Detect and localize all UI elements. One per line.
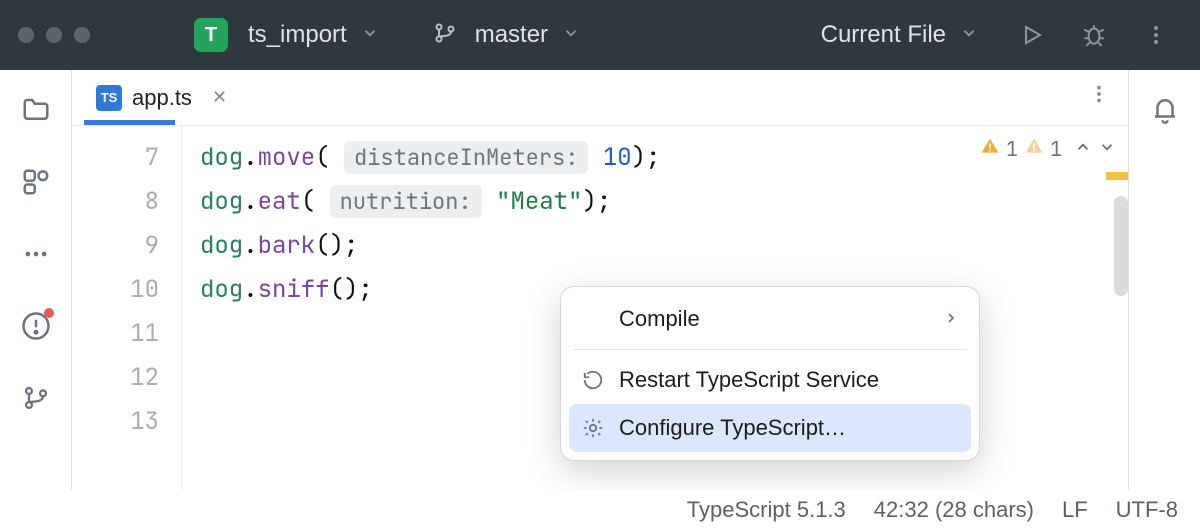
code-line[interactable]: dog.eat( nutrition: "Meat"); (200, 180, 660, 224)
inlay-hint: distanceInMeters: (344, 141, 588, 174)
menu-label: Compile (619, 306, 700, 332)
problems-tool-icon[interactable] (20, 310, 52, 342)
code-line[interactable]: dog.bark(); (200, 224, 660, 268)
chevron-right-icon (943, 306, 959, 332)
status-line-separator[interactable]: LF (1062, 497, 1088, 523)
minimize-window-button[interactable] (46, 27, 62, 43)
next-highlight-icon[interactable] (1098, 136, 1116, 162)
status-ts-version[interactable]: TypeScript 5.1.3 (687, 497, 846, 523)
error-stripe-marker[interactable] (1106, 172, 1128, 180)
branch-name[interactable]: master (475, 21, 548, 49)
project-name[interactable]: ts_import (248, 21, 347, 49)
line-number: 13 (72, 400, 181, 444)
menu-item-compile[interactable]: Compile (561, 295, 979, 343)
problems-badge-dot (44, 308, 54, 318)
right-tool-rail (1128, 70, 1200, 490)
menu-item-configure-ts[interactable]: Configure TypeScript… (569, 404, 971, 452)
prev-highlight-icon[interactable] (1074, 136, 1092, 162)
structure-tool-icon[interactable] (20, 166, 52, 198)
project-badge: T (194, 18, 228, 52)
more-icon[interactable] (1140, 23, 1172, 47)
run-icon[interactable] (1016, 23, 1048, 47)
typescript-file-icon: TS (96, 85, 122, 111)
menu-item-restart-ts[interactable]: Restart TypeScript Service (561, 356, 979, 404)
left-tool-rail (0, 70, 72, 490)
line-number: 8 (72, 180, 181, 224)
chevron-down-icon[interactable] (562, 24, 580, 47)
notifications-icon[interactable] (1150, 94, 1180, 490)
close-window-button[interactable] (18, 27, 34, 43)
close-icon[interactable]: ✕ (212, 87, 227, 108)
line-number: 7 (72, 136, 181, 180)
line-number: 9 (72, 224, 181, 268)
maximize-window-button[interactable] (74, 27, 90, 43)
tab-actions-icon[interactable] (1088, 83, 1110, 112)
more-tool-icon[interactable] (20, 238, 52, 270)
typescript-widget-popup: Compile Restart TypeScript Service Confi… (560, 286, 980, 461)
status-caret-position[interactable]: 42:32 (28 chars) (874, 497, 1034, 523)
weak-warning-icon (1024, 136, 1044, 162)
window-controls (18, 27, 90, 43)
run-config-selector[interactable]: Current File (821, 21, 946, 49)
menu-label: Restart TypeScript Service (619, 367, 879, 393)
line-number: 10 (72, 268, 181, 312)
chevron-down-icon[interactable] (361, 24, 379, 47)
menu-separator (573, 349, 967, 350)
gear-icon (581, 417, 605, 439)
vcs-tool-icon[interactable] (20, 382, 52, 414)
scrollbar-thumb[interactable] (1114, 196, 1128, 296)
inlay-hint: nutrition: (330, 185, 482, 218)
line-number: 12 (72, 356, 181, 400)
active-tab-indicator (84, 120, 175, 125)
branch-icon[interactable] (433, 21, 457, 50)
warning-count: 1 (1006, 136, 1018, 162)
restart-icon (581, 369, 605, 391)
debug-icon[interactable] (1078, 22, 1110, 48)
inspection-widget[interactable]: 1 1 (980, 136, 1116, 162)
tab-label: app.ts (132, 85, 192, 111)
tab-app-ts[interactable]: TS app.ts ✕ (90, 70, 233, 125)
status-bar: TypeScript 5.1.3 42:32 (28 chars) LF UTF… (0, 490, 1200, 530)
project-tool-icon[interactable] (20, 94, 52, 126)
gutter: 7 8 9 10 11 12 13 (72, 126, 182, 490)
editor-tabbar: TS app.ts ✕ (72, 70, 1128, 126)
line-number: 11 (72, 312, 181, 356)
status-encoding[interactable]: UTF-8 (1116, 497, 1178, 523)
weak-warning-count: 1 (1050, 136, 1062, 162)
menu-label: Configure TypeScript… (619, 415, 846, 441)
chevron-down-icon[interactable] (960, 24, 978, 47)
warning-icon (980, 136, 1000, 162)
titlebar: T ts_import master Current File (0, 0, 1200, 70)
code-line[interactable]: dog.move( distanceInMeters: 10); (200, 136, 660, 180)
